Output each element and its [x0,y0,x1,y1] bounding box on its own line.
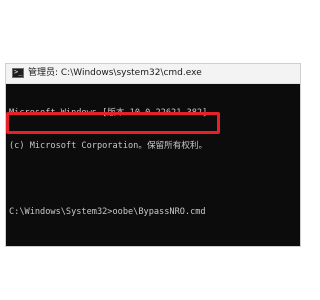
title-bar[interactable]: >_ 管理员: C:\Windows\system32\cmd.exe [6,64,300,84]
console-line-command: C:\Windows\System32>oobe\BypassNRO.cmd [9,207,206,217]
highlight-box [6,112,220,134]
window-title: 管理员: C:\Windows\system32\cmd.exe [28,68,202,78]
console-output[interactable]: Microsoft Windows [版本 10.0.22621.382] (c… [9,86,297,240]
screenshot: >_ 管理员: C:\Windows\system32\cmd.exe Micr… [0,0,300,300]
console-line-copyright: (c) Microsoft Corporation。保留所有权利。 [9,141,208,151]
cmd-window: >_ 管理员: C:\Windows\system32\cmd.exe Micr… [6,64,300,246]
cmd-icon: >_ [12,68,24,78]
